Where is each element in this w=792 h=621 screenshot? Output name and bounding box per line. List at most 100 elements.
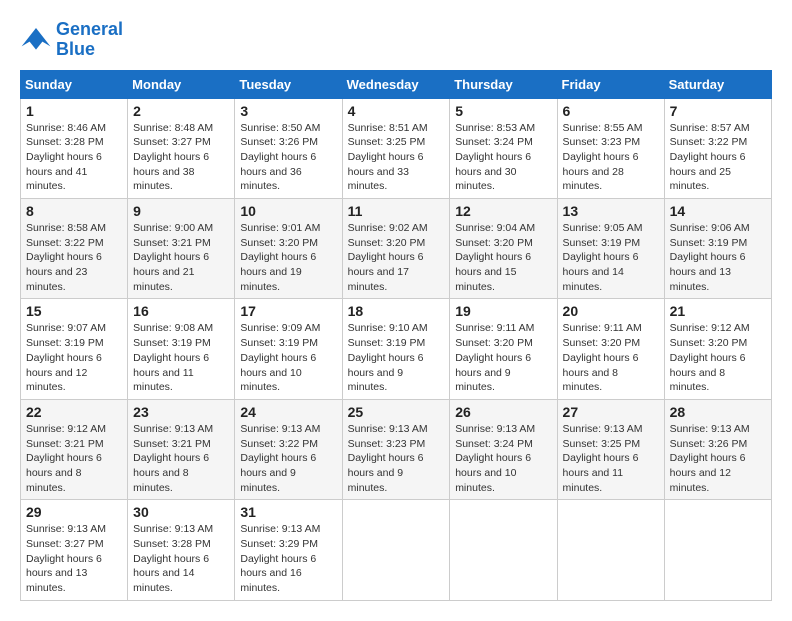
day-number: 3 (240, 103, 336, 119)
day-info: Sunrise: 9:04 AM Sunset: 3:20 PM Dayligh… (455, 221, 551, 294)
day-number: 4 (348, 103, 445, 119)
day-number: 20 (563, 303, 659, 319)
day-cell-15: 15 Sunrise: 9:07 AM Sunset: 3:19 PM Dayl… (21, 299, 128, 399)
day-cell-13: 13 Sunrise: 9:05 AM Sunset: 3:19 PM Dayl… (557, 199, 664, 299)
calendar-header-row: SundayMondayTuesdayWednesdayThursdayFrid… (21, 70, 772, 98)
calendar-col-wednesday: Wednesday (342, 70, 450, 98)
day-info: Sunrise: 9:10 AM Sunset: 3:19 PM Dayligh… (348, 321, 445, 394)
day-info: Sunrise: 9:13 AM Sunset: 3:22 PM Dayligh… (240, 422, 336, 495)
day-info: Sunrise: 9:13 AM Sunset: 3:24 PM Dayligh… (455, 422, 551, 495)
day-number: 10 (240, 203, 336, 219)
logo-text: General Blue (56, 20, 123, 60)
day-cell-7: 7 Sunrise: 8:57 AM Sunset: 3:22 PM Dayli… (664, 98, 771, 198)
day-number: 15 (26, 303, 122, 319)
day-info: Sunrise: 9:13 AM Sunset: 3:29 PM Dayligh… (240, 522, 336, 595)
day-number: 14 (670, 203, 766, 219)
day-number: 2 (133, 103, 229, 119)
day-info: Sunrise: 9:08 AM Sunset: 3:19 PM Dayligh… (133, 321, 229, 394)
day-info: Sunrise: 9:12 AM Sunset: 3:20 PM Dayligh… (670, 321, 766, 394)
day-number: 21 (670, 303, 766, 319)
day-cell-12: 12 Sunrise: 9:04 AM Sunset: 3:20 PM Dayl… (450, 199, 557, 299)
empty-cell (557, 500, 664, 600)
day-cell-4: 4 Sunrise: 8:51 AM Sunset: 3:25 PM Dayli… (342, 98, 450, 198)
calendar-week-4: 22 Sunrise: 9:12 AM Sunset: 3:21 PM Dayl… (21, 399, 772, 499)
day-info: Sunrise: 9:05 AM Sunset: 3:19 PM Dayligh… (563, 221, 659, 294)
day-cell-22: 22 Sunrise: 9:12 AM Sunset: 3:21 PM Dayl… (21, 399, 128, 499)
day-info: Sunrise: 8:51 AM Sunset: 3:25 PM Dayligh… (348, 121, 445, 194)
day-number: 31 (240, 504, 336, 520)
day-cell-26: 26 Sunrise: 9:13 AM Sunset: 3:24 PM Dayl… (450, 399, 557, 499)
day-info: Sunrise: 9:13 AM Sunset: 3:28 PM Dayligh… (133, 522, 229, 595)
day-info: Sunrise: 8:53 AM Sunset: 3:24 PM Dayligh… (455, 121, 551, 194)
day-cell-23: 23 Sunrise: 9:13 AM Sunset: 3:21 PM Dayl… (128, 399, 235, 499)
day-cell-3: 3 Sunrise: 8:50 AM Sunset: 3:26 PM Dayli… (235, 98, 342, 198)
day-number: 17 (240, 303, 336, 319)
day-number: 12 (455, 203, 551, 219)
day-number: 1 (26, 103, 122, 119)
day-number: 11 (348, 203, 445, 219)
day-cell-24: 24 Sunrise: 9:13 AM Sunset: 3:22 PM Dayl… (235, 399, 342, 499)
day-cell-5: 5 Sunrise: 8:53 AM Sunset: 3:24 PM Dayli… (450, 98, 557, 198)
day-cell-14: 14 Sunrise: 9:06 AM Sunset: 3:19 PM Dayl… (664, 199, 771, 299)
day-info: Sunrise: 8:58 AM Sunset: 3:22 PM Dayligh… (26, 221, 122, 294)
day-cell-20: 20 Sunrise: 9:11 AM Sunset: 3:20 PM Dayl… (557, 299, 664, 399)
day-info: Sunrise: 9:09 AM Sunset: 3:19 PM Dayligh… (240, 321, 336, 394)
day-number: 23 (133, 404, 229, 420)
day-info: Sunrise: 9:00 AM Sunset: 3:21 PM Dayligh… (133, 221, 229, 294)
calendar-col-friday: Friday (557, 70, 664, 98)
day-info: Sunrise: 9:11 AM Sunset: 3:20 PM Dayligh… (563, 321, 659, 394)
day-info: Sunrise: 9:06 AM Sunset: 3:19 PM Dayligh… (670, 221, 766, 294)
day-number: 22 (26, 404, 122, 420)
calendar-col-saturday: Saturday (664, 70, 771, 98)
day-number: 19 (455, 303, 551, 319)
day-cell-1: 1 Sunrise: 8:46 AM Sunset: 3:28 PM Dayli… (21, 98, 128, 198)
day-info: Sunrise: 9:13 AM Sunset: 3:27 PM Dayligh… (26, 522, 122, 595)
day-number: 9 (133, 203, 229, 219)
empty-cell (664, 500, 771, 600)
day-cell-30: 30 Sunrise: 9:13 AM Sunset: 3:28 PM Dayl… (128, 500, 235, 600)
page-header: General Blue (20, 20, 772, 60)
day-cell-9: 9 Sunrise: 9:00 AM Sunset: 3:21 PM Dayli… (128, 199, 235, 299)
day-info: Sunrise: 9:13 AM Sunset: 3:26 PM Dayligh… (670, 422, 766, 495)
calendar-col-monday: Monday (128, 70, 235, 98)
day-cell-16: 16 Sunrise: 9:08 AM Sunset: 3:19 PM Dayl… (128, 299, 235, 399)
day-cell-27: 27 Sunrise: 9:13 AM Sunset: 3:25 PM Dayl… (557, 399, 664, 499)
logo-icon (20, 24, 52, 56)
day-info: Sunrise: 8:50 AM Sunset: 3:26 PM Dayligh… (240, 121, 336, 194)
day-number: 8 (26, 203, 122, 219)
day-info: Sunrise: 9:01 AM Sunset: 3:20 PM Dayligh… (240, 221, 336, 294)
day-cell-25: 25 Sunrise: 9:13 AM Sunset: 3:23 PM Dayl… (342, 399, 450, 499)
logo: General Blue (20, 20, 123, 60)
day-cell-21: 21 Sunrise: 9:12 AM Sunset: 3:20 PM Dayl… (664, 299, 771, 399)
day-number: 16 (133, 303, 229, 319)
calendar-week-2: 8 Sunrise: 8:58 AM Sunset: 3:22 PM Dayli… (21, 199, 772, 299)
day-cell-11: 11 Sunrise: 9:02 AM Sunset: 3:20 PM Dayl… (342, 199, 450, 299)
day-number: 25 (348, 404, 445, 420)
day-number: 24 (240, 404, 336, 420)
day-info: Sunrise: 8:57 AM Sunset: 3:22 PM Dayligh… (670, 121, 766, 194)
calendar-col-sunday: Sunday (21, 70, 128, 98)
day-info: Sunrise: 8:48 AM Sunset: 3:27 PM Dayligh… (133, 121, 229, 194)
day-info: Sunrise: 8:46 AM Sunset: 3:28 PM Dayligh… (26, 121, 122, 194)
day-info: Sunrise: 9:11 AM Sunset: 3:20 PM Dayligh… (455, 321, 551, 394)
calendar-week-1: 1 Sunrise: 8:46 AM Sunset: 3:28 PM Dayli… (21, 98, 772, 198)
day-info: Sunrise: 9:12 AM Sunset: 3:21 PM Dayligh… (26, 422, 122, 495)
day-info: Sunrise: 9:07 AM Sunset: 3:19 PM Dayligh… (26, 321, 122, 394)
day-info: Sunrise: 9:13 AM Sunset: 3:21 PM Dayligh… (133, 422, 229, 495)
day-number: 29 (26, 504, 122, 520)
day-cell-6: 6 Sunrise: 8:55 AM Sunset: 3:23 PM Dayli… (557, 98, 664, 198)
day-cell-31: 31 Sunrise: 9:13 AM Sunset: 3:29 PM Dayl… (235, 500, 342, 600)
day-number: 7 (670, 103, 766, 119)
day-cell-28: 28 Sunrise: 9:13 AM Sunset: 3:26 PM Dayl… (664, 399, 771, 499)
day-cell-18: 18 Sunrise: 9:10 AM Sunset: 3:19 PM Dayl… (342, 299, 450, 399)
calendar: SundayMondayTuesdayWednesdayThursdayFrid… (20, 70, 772, 601)
empty-cell (342, 500, 450, 600)
calendar-col-tuesday: Tuesday (235, 70, 342, 98)
day-info: Sunrise: 8:55 AM Sunset: 3:23 PM Dayligh… (563, 121, 659, 194)
day-cell-10: 10 Sunrise: 9:01 AM Sunset: 3:20 PM Dayl… (235, 199, 342, 299)
empty-cell (450, 500, 557, 600)
day-cell-19: 19 Sunrise: 9:11 AM Sunset: 3:20 PM Dayl… (450, 299, 557, 399)
day-number: 26 (455, 404, 551, 420)
day-cell-17: 17 Sunrise: 9:09 AM Sunset: 3:19 PM Dayl… (235, 299, 342, 399)
day-number: 5 (455, 103, 551, 119)
